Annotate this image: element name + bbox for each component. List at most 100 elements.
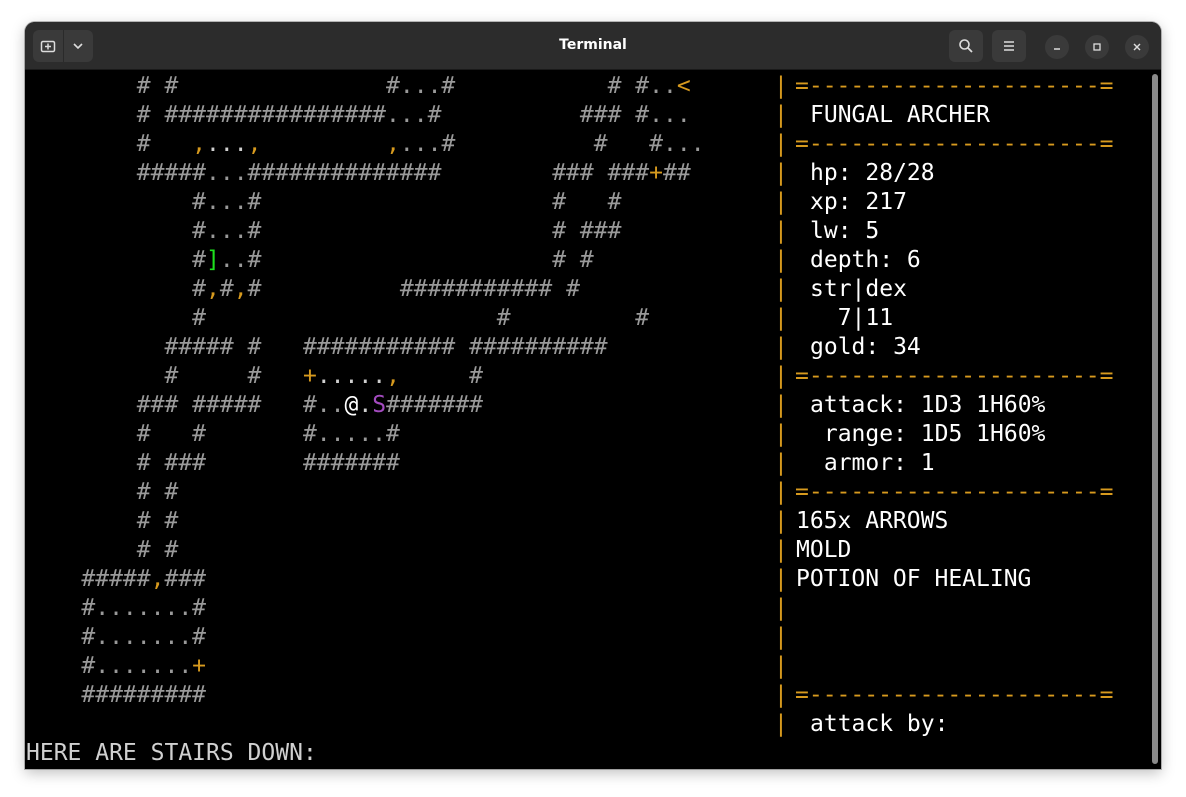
panel-separator: =---------------------=: [795, 479, 1114, 505]
panel-separator: =---------------------=: [795, 363, 1114, 389]
map-glyph: #########: [26, 682, 207, 708]
map-glyph: # ########### #: [247, 276, 580, 302]
maximize-button[interactable]: [1085, 35, 1109, 59]
map-glyph: #: [399, 363, 484, 389]
map-glyph: S: [372, 392, 387, 418]
map-glyph: ,: [386, 363, 400, 389]
panel-separator: =---------------------=: [795, 73, 1114, 99]
minimize-button[interactable]: [1045, 35, 1069, 59]
panel-divider: |: [774, 421, 788, 447]
map-glyph: ...# # #...: [399, 131, 705, 157]
search-button[interactable]: [949, 30, 983, 62]
status-message: HERE ARE STAIRS DOWN:: [26, 740, 317, 766]
map-glyph: #: [26, 247, 207, 273]
chevron-down-icon: [73, 43, 83, 50]
panel-divider: |: [774, 711, 788, 737]
map-glyph: +: [192, 653, 207, 679]
minimize-icon: [1054, 48, 1060, 50]
terminal-window: Terminal # # #...# # #..< # ############…: [25, 22, 1161, 769]
map-glyph: #: [26, 131, 193, 157]
map-glyph: ...: [206, 131, 248, 157]
map-row: # ### #######: [26, 449, 400, 478]
maximize-icon: [1093, 43, 1101, 51]
xp-stat: xp: 217: [810, 189, 907, 215]
depth-stat: depth: 6: [810, 247, 921, 273]
map-glyph: .: [358, 392, 373, 418]
new-tab-button[interactable]: [33, 30, 64, 62]
map-row: # # #.....#: [26, 420, 400, 449]
panel-divider: |: [774, 392, 788, 418]
map-glyph: # # #: [26, 305, 650, 331]
map-glyph: @: [344, 392, 359, 418]
panel-divider: |: [774, 653, 788, 679]
map-row: #...# # ###: [26, 217, 621, 246]
map-glyph: ,: [247, 131, 262, 157]
map-row: # ################...# ### #...: [26, 101, 691, 130]
map-glyph: # #: [26, 363, 303, 389]
map-glyph: ,: [233, 276, 248, 302]
map-row: ##### # ########### ##########: [26, 333, 608, 362]
map-glyph: # #: [26, 537, 179, 563]
panel-divider: |: [774, 276, 788, 302]
map-glyph: # # #...# # #..: [26, 73, 677, 99]
map-glyph: +: [302, 363, 317, 389]
panel-divider: |: [774, 160, 788, 186]
map-glyph: # ################...# ### #...: [26, 102, 691, 128]
map-glyph: ##### # ########### ##########: [26, 334, 608, 360]
map-glyph: #...# # #: [26, 189, 622, 215]
map-glyph: <: [676, 73, 691, 99]
panel-divider: |: [774, 624, 788, 650]
map-glyph: [261, 131, 386, 157]
map-row: # ,..., ,...# # #...: [26, 130, 705, 159]
map-glyph: # # #.....#: [26, 421, 400, 447]
window-title: Terminal: [559, 37, 627, 53]
map-glyph: ###: [164, 566, 207, 592]
title-bar: Terminal: [25, 22, 1161, 70]
map-row: # #: [26, 478, 179, 507]
map-glyph: # #: [26, 508, 179, 534]
str-dex-label: str|dex: [810, 276, 907, 302]
tab-menu-button[interactable]: [64, 30, 94, 62]
hp-stat: hp: 28/28: [810, 160, 935, 186]
map-glyph: #.......#: [26, 624, 207, 650]
map-row: # # #: [26, 304, 649, 333]
panel-divider: |: [774, 566, 788, 592]
panel-divider: |: [774, 479, 788, 505]
terminal-scrollbar[interactable]: [1152, 74, 1158, 764]
map-row: # #: [26, 507, 179, 536]
panel-divider: |: [774, 131, 788, 157]
map-glyph: #.......#: [26, 595, 207, 621]
armor-stat: armor: 1: [810, 450, 935, 476]
map-glyph: #: [219, 276, 234, 302]
inventory-item: POTION OF HEALING: [796, 566, 1032, 592]
map-glyph: ]: [206, 247, 220, 273]
map-glyph: .....: [316, 363, 387, 389]
panel-divider: |: [774, 595, 788, 621]
panel-divider: |: [774, 363, 788, 389]
map-glyph: ..# # #: [219, 247, 594, 273]
map-row: #.......#: [26, 623, 206, 652]
panel-divider: |: [774, 189, 788, 215]
attack-stat: attack: 1D3 1H60%: [810, 392, 1046, 418]
inventory-item: 165x ARROWS: [796, 508, 949, 534]
terminal-area[interactable]: # # #...# # #..< # ################...# …: [25, 70, 1161, 769]
map-row: # # +....., #: [26, 362, 483, 391]
close-button[interactable]: [1125, 35, 1149, 59]
map-glyph: #: [26, 276, 207, 302]
panel-divider: |: [774, 102, 788, 128]
character-name: FUNGAL ARCHER: [810, 102, 991, 128]
menu-button[interactable]: [992, 30, 1026, 62]
search-icon: [959, 39, 973, 53]
map-glyph: #####...############## ### ###: [26, 160, 650, 186]
map-row: #...# # #: [26, 188, 621, 217]
map-glyph: ,: [192, 131, 207, 157]
map-row: # #: [26, 536, 179, 565]
new-tab-button-group: [33, 30, 93, 62]
lw-stat: lw: 5: [810, 218, 880, 244]
map-glyph: ,: [206, 276, 220, 302]
map-row: #.......#: [26, 594, 206, 623]
inventory-item: MOLD: [796, 537, 852, 563]
map-row: #.......+: [26, 652, 206, 681]
panel-divider: |: [774, 247, 788, 273]
map-glyph: ,: [386, 131, 400, 157]
